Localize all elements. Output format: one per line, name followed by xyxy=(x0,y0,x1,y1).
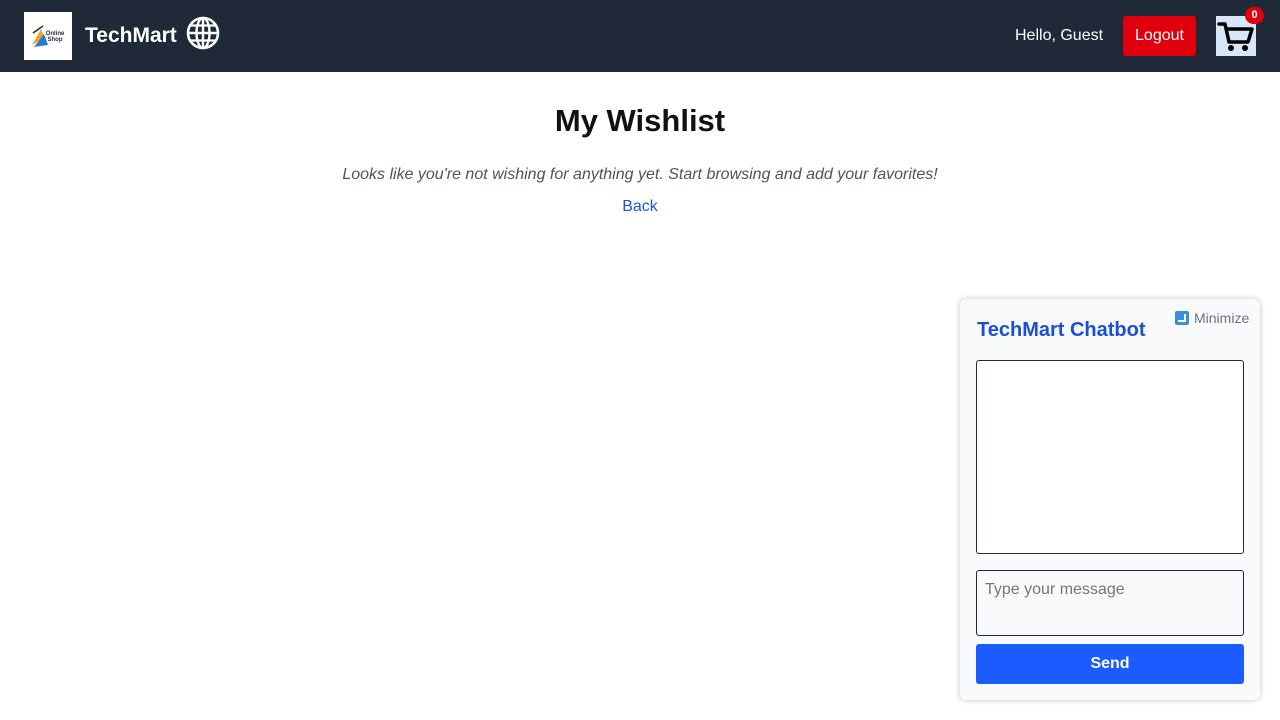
top-navbar: Online Shop TechMart Hello, Guest Logout… xyxy=(0,0,1280,72)
chatbot-title: TechMart Chatbot xyxy=(977,319,1146,341)
logo-text: Online Shop xyxy=(45,31,65,43)
empty-wishlist-message: Looks like you're not wishing for anythi… xyxy=(342,166,938,183)
site-logo[interactable]: Online Shop xyxy=(24,12,72,60)
minimize-icon xyxy=(1175,311,1189,325)
brand-name[interactable]: TechMart xyxy=(85,24,177,48)
minimize-label: Minimize xyxy=(1194,310,1250,326)
minimize-button[interactable]: Minimize xyxy=(1175,310,1249,326)
send-button[interactable]: Send xyxy=(976,644,1244,684)
logout-button[interactable]: Logout xyxy=(1123,16,1196,56)
back-link[interactable]: Back xyxy=(622,198,658,215)
globe-icon[interactable] xyxy=(186,16,220,50)
page-title: My Wishlist xyxy=(554,103,726,138)
back-link-container: Back xyxy=(0,197,1280,217)
user-greeting: Hello, Guest xyxy=(1015,27,1104,44)
chat-messages-area[interactable] xyxy=(976,360,1244,554)
chatbot-panel: Minimize TechMart Chatbot Send xyxy=(960,299,1260,700)
cart-count-badge: 0 xyxy=(1245,7,1264,24)
chat-message-input[interactable] xyxy=(976,570,1244,636)
